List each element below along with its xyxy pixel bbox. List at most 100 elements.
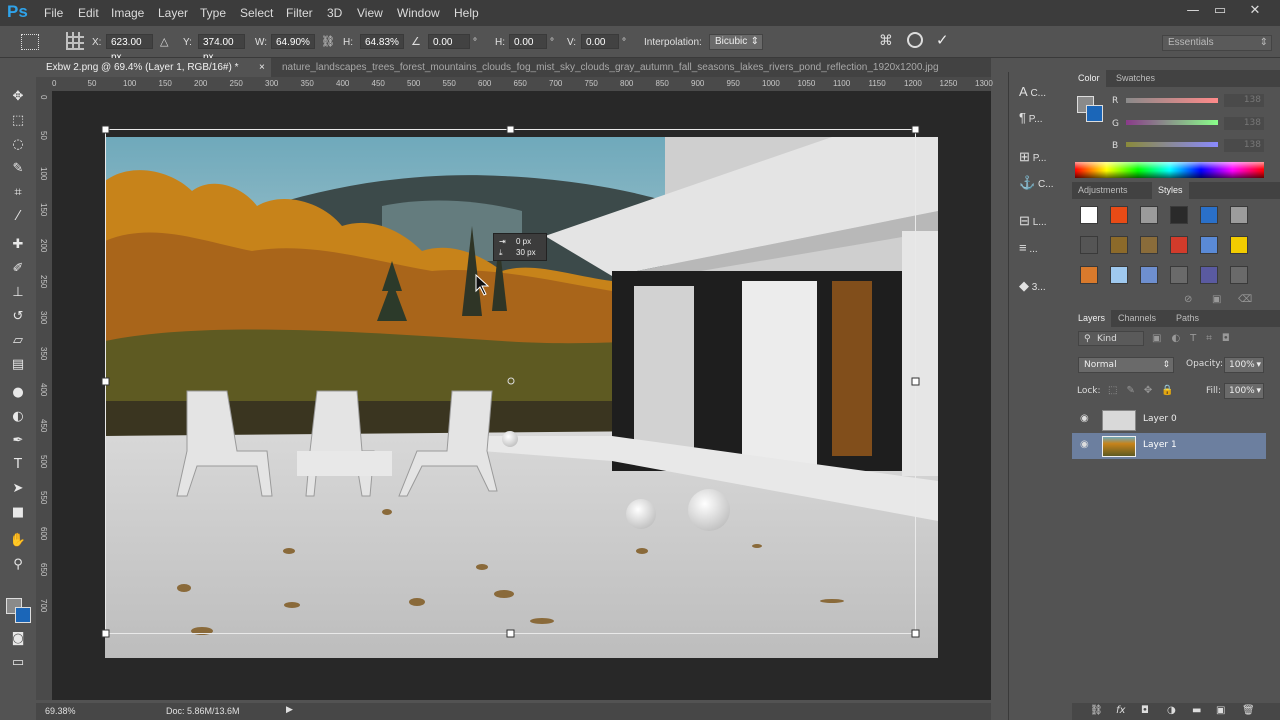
zoom-tool-icon[interactable]: ⚲ (9, 556, 27, 574)
style-swatch[interactable] (1170, 266, 1188, 284)
add-mask-icon[interactable]: ◘ (1141, 705, 1149, 716)
w-field[interactable]: 64.90% (271, 34, 315, 49)
screen-mode-icon[interactable]: ▭ (9, 654, 27, 672)
new-layer-icon[interactable]: ▣ (1216, 705, 1225, 716)
close-tab-icon[interactable]: × (259, 58, 265, 77)
menu-file[interactable]: File (44, 6, 63, 20)
close-icon[interactable]: ✕ (1244, 3, 1266, 21)
eyedropper-tool-icon[interactable]: ⁄ (9, 208, 27, 226)
x-field[interactable]: 623.00 px (106, 34, 153, 63)
menu-3d[interactable]: 3D (327, 6, 342, 20)
style-swatch[interactable] (1110, 206, 1128, 224)
cancel-transform-icon[interactable] (907, 32, 923, 48)
tab-styles[interactable]: Styles (1152, 182, 1189, 199)
quick-select-tool-icon[interactable]: ✎ (9, 160, 27, 178)
style-swatch[interactable] (1170, 206, 1188, 224)
tab-channels[interactable]: Channels (1112, 310, 1162, 327)
opacity-field[interactable]: 100% ▾ (1224, 357, 1264, 373)
zoom-level[interactable]: 69.38% (45, 706, 76, 716)
lock-icons[interactable]: ⬚✎✥🔒 (1108, 385, 1184, 397)
delete-style-icon[interactable]: ⌫ (1238, 294, 1252, 305)
quick-mask-icon[interactable]: ◙ (9, 630, 27, 648)
tab-layers[interactable]: Layers (1072, 310, 1112, 327)
style-swatch[interactable] (1140, 206, 1158, 224)
blur-tool-icon[interactable]: ● (9, 384, 27, 402)
visibility-eye-icon[interactable]: ◉ (1080, 439, 1089, 450)
tab-exbw[interactable]: Exbw 2.png @ 69.4% (Layer 1, RGB/16#) * … (36, 58, 271, 77)
vskew-field[interactable]: 0.00 (581, 34, 619, 49)
gradient-tool-icon[interactable]: ▤ (9, 356, 27, 374)
link-icon[interactable]: ⛓ (321, 35, 335, 48)
fill-field[interactable]: 100% ▾ (1224, 383, 1264, 399)
properties-panel-button[interactable]: ≡ ... (1019, 240, 1071, 260)
move-tool-icon[interactable]: ✥ (9, 88, 27, 106)
menu-type[interactable]: Type (200, 6, 226, 20)
menu-image[interactable]: Image (111, 6, 144, 20)
warp-icon[interactable]: ⌘ (879, 33, 893, 49)
character-panel-button[interactable]: A C... (1019, 84, 1071, 104)
clear-style-icon[interactable]: ⊘ (1184, 294, 1192, 305)
style-swatch[interactable] (1200, 236, 1218, 254)
tab-color[interactable]: Color (1072, 70, 1106, 87)
character-styles-panel-button[interactable]: ⚓ C... (1019, 175, 1071, 195)
document-image[interactable] (52, 91, 991, 700)
hand-tool-icon[interactable]: ✋ (9, 532, 27, 550)
style-swatch[interactable] (1080, 266, 1098, 284)
style-swatch[interactable] (1230, 206, 1248, 224)
canvas-area[interactable]: ⇥ 0 px ⤓ 30 px (52, 91, 991, 700)
status-menu-arrow-icon[interactable]: ▶ (286, 705, 293, 715)
style-swatch[interactable] (1200, 206, 1218, 224)
clone-stamp-tool-icon[interactable]: ⊥ (9, 284, 27, 302)
style-swatch[interactable] (1230, 236, 1248, 254)
eraser-tool-icon[interactable]: ▱ (9, 332, 27, 350)
new-style-icon[interactable]: ▣ (1212, 294, 1221, 305)
tab-adjustments[interactable]: Adjustments (1072, 182, 1134, 199)
style-swatch[interactable] (1080, 206, 1098, 224)
style-swatch[interactable] (1200, 266, 1218, 284)
menu-layer[interactable]: Layer (158, 6, 188, 20)
rectangle-tool-icon[interactable]: ■ (9, 504, 27, 522)
green-value[interactable]: 138 (1224, 117, 1264, 130)
layer-kind-filter[interactable]: ⚲ Kind (1078, 331, 1144, 346)
history-brush-tool-icon[interactable]: ↺ (9, 308, 27, 326)
trash-icon[interactable]: 🗑 (1242, 705, 1255, 716)
brush-tool-icon[interactable]: ✐ (9, 260, 27, 278)
3d-panel-button[interactable]: ◆ 3... (1019, 278, 1071, 298)
tab-paths[interactable]: Paths (1170, 310, 1205, 327)
lasso-tool-icon[interactable]: ◌ (9, 136, 27, 154)
minimize-icon[interactable]: — (1182, 3, 1204, 21)
fx-icon[interactable]: fx (1116, 705, 1125, 716)
blend-mode-select[interactable]: Normal ⇕ (1078, 357, 1174, 373)
layer-name[interactable]: Layer 1 (1143, 440, 1177, 450)
green-slider[interactable] (1126, 120, 1218, 125)
menu-select[interactable]: Select (240, 6, 273, 20)
maximize-icon[interactable]: ▭ (1209, 3, 1231, 21)
new-group-icon[interactable]: ▬ (1192, 705, 1201, 716)
menu-window[interactable]: Window (397, 6, 440, 20)
style-swatch[interactable] (1140, 236, 1158, 254)
background-color-swatch[interactable] (15, 607, 31, 623)
layer-comps-panel-button[interactable]: ⊟ L... (1019, 213, 1071, 233)
layer-row-selected[interactable]: ◉ Layer 1 (1072, 433, 1266, 459)
adjustment-layer-icon[interactable]: ◑ (1167, 705, 1176, 716)
color-bg-swatch[interactable] (1086, 105, 1103, 122)
layer-row[interactable]: ◉ Layer 0 (1072, 407, 1266, 433)
red-slider[interactable] (1126, 98, 1218, 103)
paragraph-panel-button[interactable]: ¶ P... (1019, 110, 1071, 130)
style-swatch[interactable] (1170, 236, 1188, 254)
tab-nature-landscapes[interactable]: nature_landscapes_trees_forest_mountains… (272, 58, 991, 77)
crop-tool-icon[interactable]: ⌗ (9, 184, 27, 202)
style-swatch[interactable] (1110, 236, 1128, 254)
marquee-tool-icon[interactable]: ⬚ (9, 112, 27, 130)
dodge-tool-icon[interactable]: ◐ (9, 408, 27, 426)
layer-filter-icons[interactable]: ▣◐T⌗◘ (1152, 333, 1252, 345)
y-field[interactable]: 374.00 px (198, 34, 245, 63)
style-swatch[interactable] (1110, 266, 1128, 284)
type-tool-icon[interactable]: T (9, 456, 27, 474)
visibility-eye-icon[interactable]: ◉ (1080, 413, 1089, 424)
commit-transform-icon[interactable]: ✓ (936, 31, 949, 49)
tab-swatches[interactable]: Swatches (1110, 70, 1161, 87)
style-swatch[interactable] (1080, 236, 1098, 254)
path-select-tool-icon[interactable]: ➤ (9, 480, 27, 498)
layer-name[interactable]: Layer 0 (1143, 414, 1177, 424)
